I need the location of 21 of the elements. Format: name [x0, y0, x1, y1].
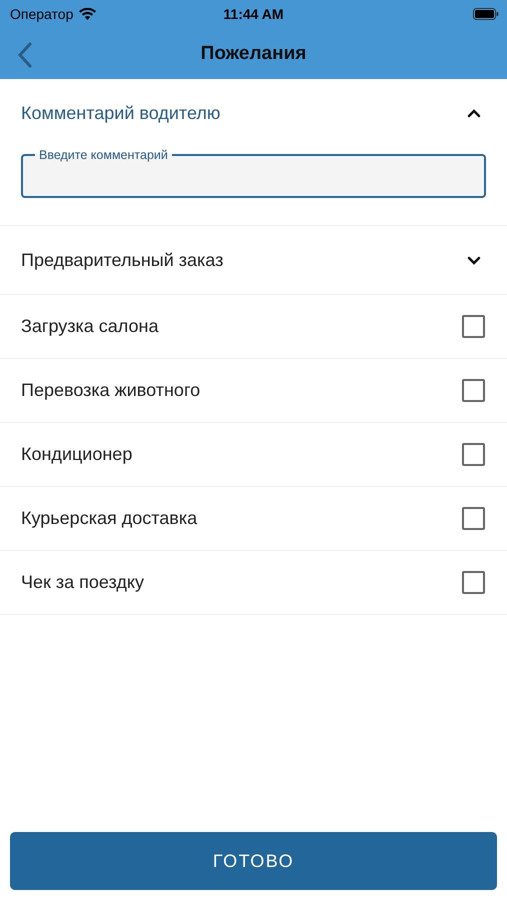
option-label: Загрузка салона	[21, 316, 158, 337]
wifi-icon	[79, 8, 96, 20]
checkbox[interactable]	[462, 315, 485, 338]
option-label: Чек за поездку	[21, 572, 144, 593]
checkbox[interactable]	[462, 507, 485, 530]
checkbox[interactable]	[462, 379, 485, 402]
screen-title: Пожелания	[200, 42, 306, 64]
option-label: Перевозка животного	[21, 380, 200, 401]
option-label: Кондиционер	[21, 444, 132, 465]
checkbox[interactable]	[462, 571, 485, 594]
done-button[interactable]: ГОТОВО	[10, 832, 497, 890]
status-time: 11:44 AM	[223, 6, 284, 22]
carrier-name: Оператор	[10, 6, 74, 22]
chevron-icon	[467, 256, 481, 264]
chevron-icon	[467, 109, 481, 118]
battery-icon	[473, 8, 499, 20]
comment-section-header[interactable]: Комментарий водителю	[0, 79, 507, 148]
checkbox[interactable]	[462, 443, 485, 466]
option-label: Курьерская доставка	[21, 508, 198, 529]
comment-input-field[interactable]: Введите комментарий	[21, 148, 486, 198]
back-chevron-icon	[18, 42, 32, 68]
